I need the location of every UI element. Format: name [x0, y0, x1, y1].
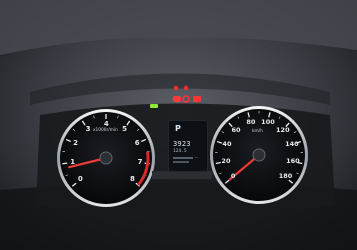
- gear-indicator: P: [175, 124, 181, 133]
- odometer-readout: 3923: [173, 140, 191, 148]
- green-indicator-icon: [150, 104, 158, 108]
- speedometer: [210, 106, 308, 204]
- tachometer-tick-label: 4: [103, 119, 109, 128]
- brake-warning-icon: [173, 96, 181, 102]
- speedometer-tick-label: 40: [222, 140, 232, 149]
- major-tick: [62, 162, 68, 165]
- temp-readout: --: [195, 155, 198, 160]
- speedometer-tick-label: 180: [278, 172, 293, 181]
- tachometer-tick-label: 7: [137, 157, 143, 166]
- instrument-cluster-scene: 012345678 x1000r/min 0 20 40 60 80 100 120 140 1…: [0, 0, 357, 250]
- tachometer-tick-label: 2: [73, 139, 78, 148]
- fuel-bar: [173, 157, 193, 159]
- center-display: P 3923 124.5 --: [168, 120, 208, 172]
- temp-bar: [173, 161, 189, 163]
- red-warning-icon: [183, 85, 189, 91]
- tachometer-tick-label: 3: [85, 124, 91, 133]
- tachometer-tick-label: 6: [134, 139, 140, 148]
- tachometer-hub: [99, 151, 113, 165]
- speedometer-tick-label: 80: [246, 117, 256, 126]
- speedometer-tick-label: 100: [261, 117, 275, 126]
- speedometer-tick-label: 140: [285, 140, 299, 149]
- airbag-warning-icon: [193, 96, 201, 102]
- speedometer-tick-label: 160: [286, 157, 300, 166]
- speedometer-tick-label: 20: [221, 157, 231, 166]
- trip-readout: 124.5: [173, 149, 187, 154]
- tachometer-tick-label: 0: [77, 175, 83, 184]
- tachometer-tick-label: 1: [70, 157, 76, 166]
- speedometer-unit: km/h: [252, 129, 263, 134]
- speedometer-tick-label: 120: [276, 125, 290, 134]
- tachometer-tick-label: 5: [122, 124, 128, 133]
- red-warning-icon: [173, 85, 179, 91]
- speedometer-tick-label: 0: [230, 172, 236, 181]
- speedometer-hub: [252, 148, 266, 162]
- tachometer-unit: x1000r/min: [93, 128, 118, 133]
- speedometer-tick-label: 60: [231, 125, 241, 134]
- tachometer-tick-label: 8: [129, 175, 135, 184]
